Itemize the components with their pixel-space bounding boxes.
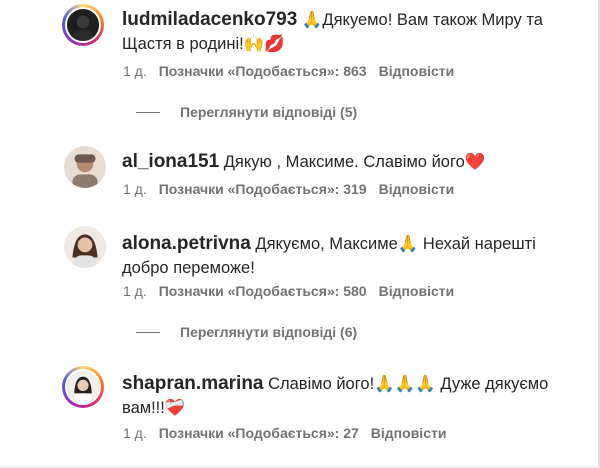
reply-button[interactable]: Відповісти bbox=[371, 425, 447, 441]
comment-username[interactable]: al_iona151 bbox=[122, 151, 219, 172]
comment-time[interactable]: 1 д. bbox=[123, 181, 147, 197]
comment-meta: 1 д. Позначки «Подобається»: 27 Відповісти bbox=[123, 425, 458, 441]
reply-button[interactable]: Відповісти bbox=[379, 181, 455, 197]
reply-button[interactable]: Відповісти bbox=[379, 63, 455, 79]
comment-body: Славімо його!🙏🙏🙏 Дуже дякуємо bbox=[263, 375, 549, 393]
view-replies-button[interactable]: Переглянути відповіді (5) bbox=[136, 104, 357, 120]
view-replies-label: Переглянути відповіді (6) bbox=[180, 324, 358, 340]
likes-count[interactable]: Позначки «Подобається»: 27 bbox=[159, 425, 359, 441]
comment-meta: 1 д. Позначки «Подобається»: 580 Відповіст… bbox=[123, 283, 466, 299]
avatar[interactable] bbox=[64, 226, 106, 268]
comment-time[interactable]: 1 д. bbox=[123, 63, 147, 79]
comment-username[interactable]: alona.petrivna bbox=[122, 233, 251, 254]
comment-time[interactable]: 1 д. bbox=[123, 425, 147, 441]
comments-panel: ludmiladacenko793 🙏Дякуемо! Вам також Ми… bbox=[0, 0, 600, 468]
avatar[interactable] bbox=[64, 146, 106, 188]
comment-time[interactable]: 1 д. bbox=[123, 283, 147, 299]
likes-count[interactable]: Позначки «Подобається»: 319 bbox=[159, 181, 367, 197]
comment-body: 🙏Дякуемо! Вам також Миру та bbox=[297, 11, 543, 29]
avatar[interactable] bbox=[62, 4, 104, 46]
replies-divider bbox=[136, 111, 160, 113]
view-replies-label: Переглянути відповіді (5) bbox=[180, 104, 358, 120]
replies-divider bbox=[136, 331, 160, 333]
comment-meta: 1 д. Позначки «Подобається»: 319 Відповіст… bbox=[123, 181, 466, 197]
comment-username[interactable]: ludmiladacenko793 bbox=[122, 9, 297, 30]
comment-body: Дякую , Максиме. Славімо його❤️ bbox=[219, 153, 486, 171]
avatar[interactable] bbox=[62, 366, 104, 408]
likes-count[interactable]: Позначки «Подобається»: 863 bbox=[159, 63, 367, 79]
comment-meta: 1 д. Позначки «Подобається»: 863 Відповіст… bbox=[123, 63, 466, 79]
comment-text: ludmiladacenko793 🙏Дякуемо! Вам також Ми… bbox=[122, 8, 572, 56]
likes-count[interactable]: Позначки «Подобається»: 580 bbox=[159, 283, 367, 299]
comment-text: alona.petrivna Дякуємо, Максиме🙏 Нехай н… bbox=[122, 232, 572, 280]
comment-body-line2: добро переможе! bbox=[122, 259, 255, 277]
comment-text: al_iona151 Дякую , Максиме. Славімо його… bbox=[122, 150, 572, 174]
comment-username[interactable]: shapran.marina bbox=[122, 373, 264, 394]
comment-body: Дякуємо, Максиме🙏 Нехай нарешті bbox=[250, 235, 536, 253]
comment-body-line2: вам!!!❤️‍🩹 bbox=[122, 399, 186, 417]
view-replies-button[interactable]: Переглянути відповіді (6) bbox=[136, 324, 357, 340]
comment-body-line2: Щастя в родині!🙌💋 bbox=[122, 35, 285, 53]
comment-text: shapran.marina Славімо його!🙏🙏🙏 Дуже дяк… bbox=[122, 372, 572, 420]
reply-button[interactable]: Відповісти bbox=[379, 283, 455, 299]
